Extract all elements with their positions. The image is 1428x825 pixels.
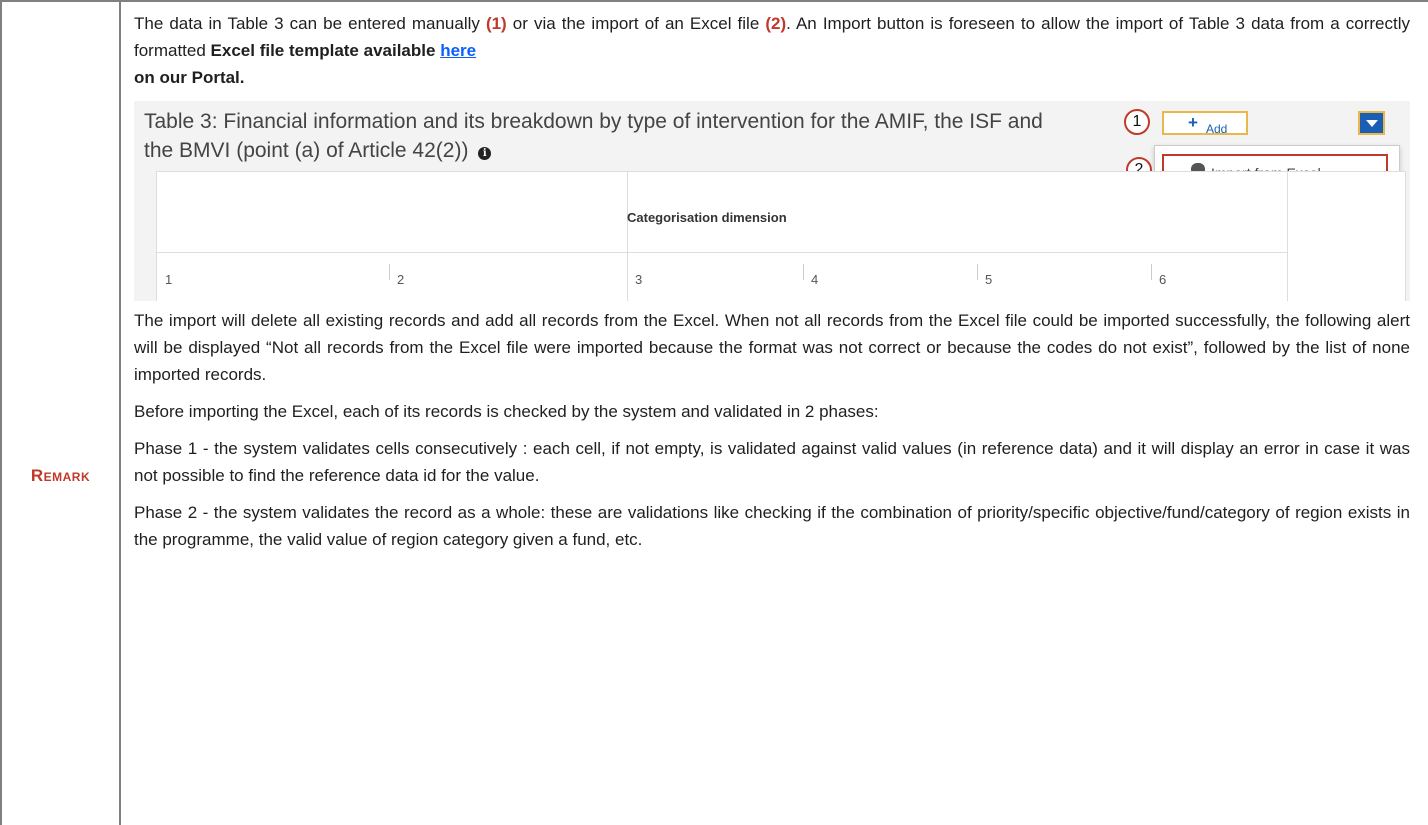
table3-grid: Categorisation dimension 1 2 3 4 5 6 [156, 171, 1406, 301]
column-number: 3 [635, 272, 643, 287]
column-separator [389, 264, 390, 280]
column-separator [1151, 264, 1152, 280]
add-dropdown-toggle[interactable] [1358, 111, 1385, 135]
plus-icon: + [1188, 113, 1198, 132]
info-icon[interactable]: i [478, 147, 492, 160]
marker-ref-1: (1) [485, 14, 507, 33]
caret-down-icon [1366, 120, 1378, 127]
column-number: 2 [397, 272, 405, 287]
left-column [0, 0, 121, 825]
embedded-screenshot: Table 3: Financial information and its b… [134, 101, 1410, 301]
categorisation-header: Categorisation dimension [627, 210, 787, 225]
column-number: 5 [985, 272, 993, 287]
add-button[interactable]: + Add [1162, 111, 1248, 136]
paragraph-validation-intro: Before importing the Excel, each of its … [134, 402, 879, 421]
table-top-border [0, 0, 1428, 2]
template-bold-text: Excel file template available [210, 41, 436, 60]
intro-paragraph: The data in Table 3 can be entered manua… [134, 10, 1410, 91]
portal-bold-text: on our Portal. [134, 68, 245, 87]
column-separator [803, 264, 804, 280]
remark-table: Remark The data in Table 3 can be entere… [0, 0, 1428, 825]
column-number: 6 [1159, 272, 1167, 287]
column-number: 1 [165, 272, 173, 287]
grid-row-line [157, 252, 1287, 253]
add-button-label: Add [1206, 122, 1228, 136]
paragraph-import-behaviour: The import will delete all existing reco… [134, 311, 1410, 384]
intro-text-1: The data in Table 3 can be entered manua… [134, 14, 486, 33]
paragraph-phase-2: Phase 2 - the system validates the recor… [134, 503, 1410, 549]
table3-title: Table 3: Financial information and its b… [144, 110, 1043, 162]
grid-divider [627, 172, 628, 301]
screenshot-title: Table 3: Financial information and its b… [144, 107, 1044, 165]
here-link[interactable]: here [440, 41, 476, 60]
remark-label: Remark [30, 466, 91, 485]
marker-ref-2: (2) [765, 14, 787, 33]
column-separator [977, 264, 978, 280]
grid-divider [1287, 172, 1288, 301]
remark-content: The data in Table 3 can be entered manua… [134, 10, 1410, 563]
column-number: 4 [811, 272, 819, 287]
paragraph-phase-1: Phase 1 - the system validates cells con… [134, 439, 1410, 485]
marker-circle-1: 1 [1124, 109, 1150, 135]
intro-text-2: or via the import of an Excel file [506, 14, 766, 33]
